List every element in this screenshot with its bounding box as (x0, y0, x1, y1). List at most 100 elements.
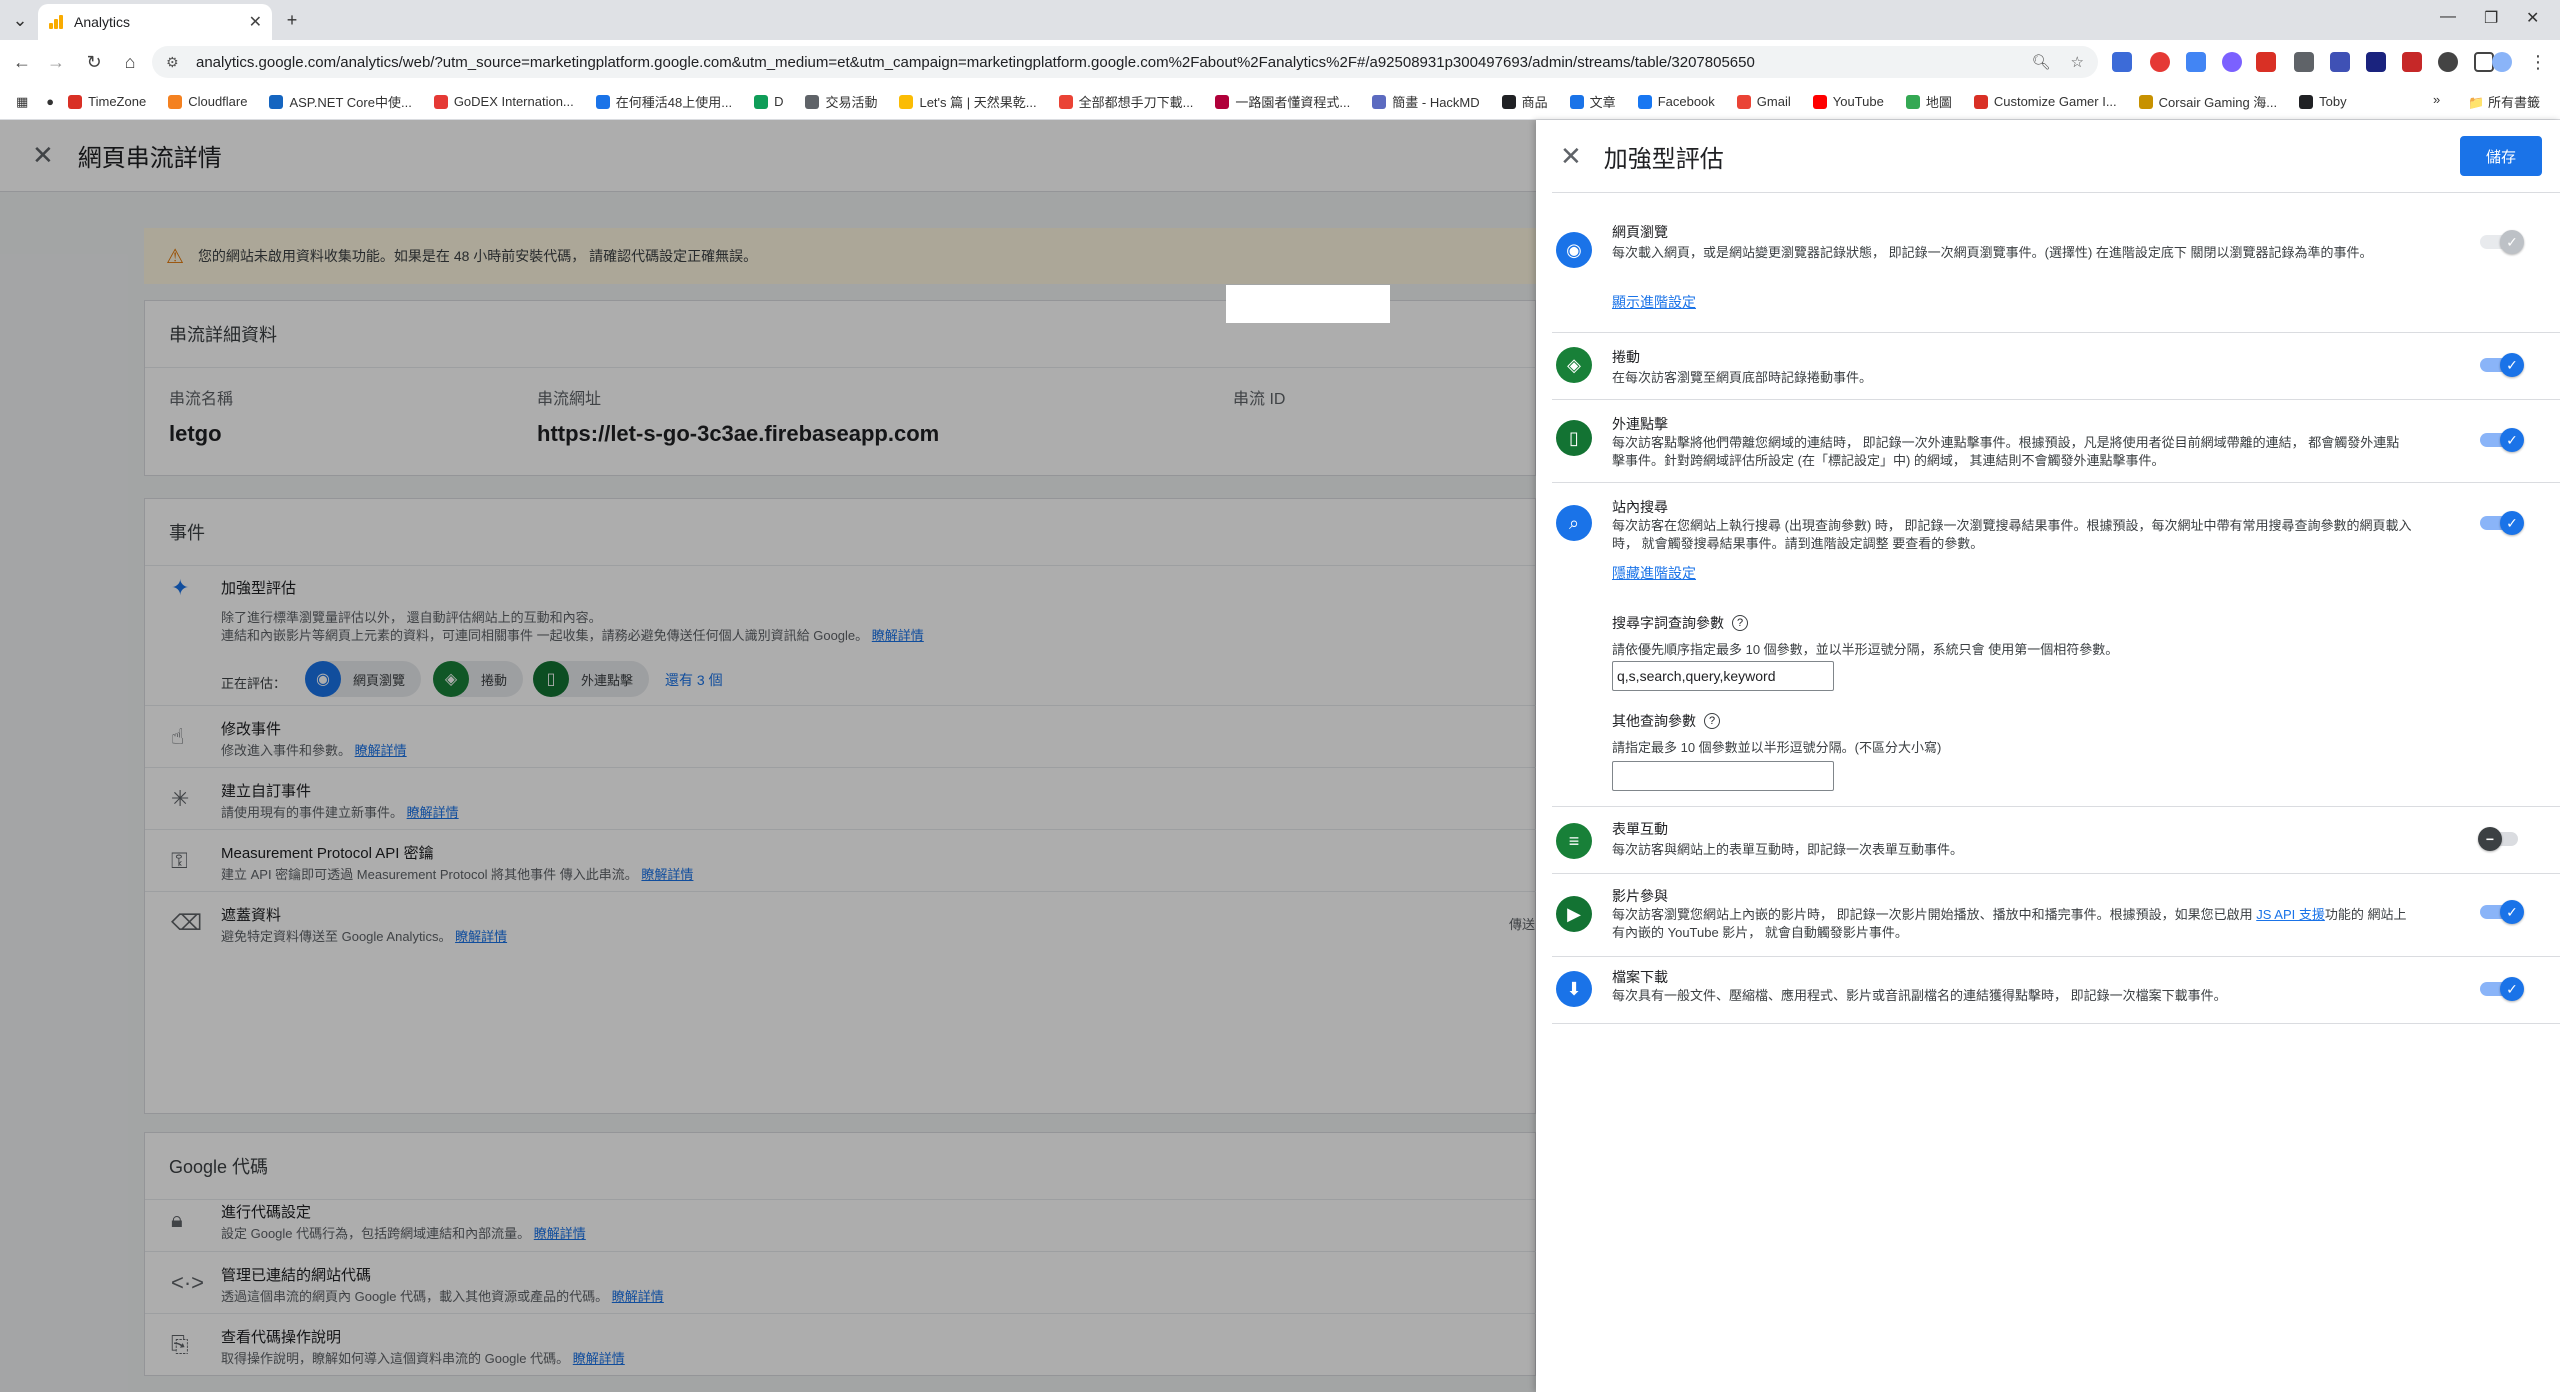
bookmark-item[interactable]: Corsair Gaming 海... (2138, 92, 2278, 111)
bookmark-item[interactable]: Customize Gamer I... (1973, 92, 2117, 111)
extension-new-icon[interactable] (2256, 52, 2276, 72)
tab-bar: ⌄ Analytics ✕ + — ❐ ✕ (0, 0, 2560, 40)
eye-icon: ◉ (1556, 232, 1592, 268)
other-params-label-text: 其他查詢參數 (1612, 713, 1696, 729)
search-params-desc: 請依優先順序指定最多 10 個參數，並以半形逗號分隔，系統只會 使用第一個相符參… (1612, 642, 2119, 657)
bookmark-star-icon[interactable]: ☆ (2071, 53, 2084, 71)
mouse-icon: ▯ (1556, 420, 1592, 456)
site-search-toggle[interactable]: ✓ (2480, 511, 2524, 535)
tab-search-icon[interactable]: ⌄ (8, 8, 32, 32)
all-bookmarks-label: 所有書籤 (2487, 95, 2540, 110)
address-bar[interactable]: ⚙ analytics.google.com/analytics/web/?ut… (152, 46, 2098, 78)
show-advanced-link[interactable]: 顯示進階設定 (1612, 292, 1696, 312)
stream-id-value-redacted (1226, 285, 1390, 323)
bookmark-item[interactable]: 一路園者懂資程式... (1215, 92, 1350, 111)
panel-close-icon[interactable]: ✕ (1560, 141, 1582, 172)
video-toggle[interactable]: ✓ (2480, 900, 2524, 924)
forward-icon[interactable]: → (44, 50, 68, 74)
tab-close-icon[interactable]: ✕ (249, 12, 262, 32)
bookmark-item[interactable]: Gmail (1736, 92, 1791, 111)
scroll-toggle[interactable]: ✓ (2480, 353, 2524, 377)
extension-b-icon[interactable] (2402, 52, 2422, 72)
bookmark-label: TimeZone (88, 94, 147, 109)
extension-flag-icon[interactable] (2112, 52, 2132, 72)
extension-pen-icon[interactable] (2294, 52, 2314, 72)
item-video-engagement: ▶ 影片參與 每次訪客瀏覽您網站上內嵌的影片時， 即記錄一次影片開始播放、播放中… (1536, 874, 2560, 956)
bookmark-item[interactable]: Cloudflare (168, 92, 247, 111)
bookmark-item[interactable]: 簡畫 - HackMD (1372, 92, 1480, 111)
bookmark-favicon-icon (2138, 94, 2153, 109)
bookmark-item[interactable]: Facebook (1637, 92, 1715, 111)
all-bookmarks[interactable]: 📁 所有書籤 (2468, 92, 2540, 111)
minimize-icon[interactable]: — (2440, 8, 2456, 26)
bookmark-favicon-icon (899, 94, 914, 109)
check-icon: ✓ (2500, 428, 2524, 452)
bookmark-github-icon[interactable]: ● (46, 94, 54, 109)
zoom-icon[interactable]: 🔍︎ (2032, 53, 2051, 71)
page-view-toggle[interactable]: ✓ (2480, 230, 2524, 254)
bookmark-item[interactable]: Let's 篇 | 天然果乾... (899, 92, 1037, 111)
js-api-link[interactable]: JS API 支援 (2256, 907, 2325, 922)
bookmark-label: 在何種活48上使用... (615, 95, 733, 110)
help-icon[interactable]: ? (1704, 713, 1720, 729)
restore-icon[interactable]: ❐ (2484, 8, 2498, 28)
save-button[interactable]: 儲存 (2460, 136, 2542, 176)
profile-avatar[interactable] (2492, 52, 2512, 72)
bookmark-favicon-icon (1501, 94, 1516, 109)
bookmark-item[interactable]: 全部都想手刀下載... (1058, 92, 1193, 111)
bookmarks-overflow-icon[interactable]: » (2433, 92, 2440, 111)
menu-kebab-icon[interactable]: ⋮ (2526, 50, 2550, 74)
bookmark-label: Corsair Gaming 海... (2158, 95, 2278, 110)
bookmark-item[interactable]: YouTube (1812, 92, 1884, 111)
form-toggle[interactable]: − (2478, 827, 2522, 851)
download-icon: ⬇ (1556, 971, 1592, 1007)
bookmark-favicon-icon (595, 94, 610, 109)
form-icon: ≡ (1556, 823, 1592, 859)
reload-icon[interactable]: ↻ (82, 50, 106, 74)
extension-gear-icon[interactable] (2438, 52, 2458, 72)
download-title: 檔案下載 (1612, 969, 1668, 985)
bookmark-item[interactable]: D (754, 92, 783, 111)
bookmark-item[interactable]: TimeZone (68, 92, 146, 111)
enhanced-measurement-panel: ✕ 加強型評估 儲存 ◉ 網頁瀏覽 每次載入網頁，或是網站變更瀏覽器記錄狀態， … (1536, 120, 2560, 1392)
item-file-downloads: ⬇ 檔案下載 每次具有一般文件、壓縮檔、應用程式、影片或音訊副檔名的連結獲得點擊… (1536, 957, 2560, 1023)
bookmark-item[interactable]: 在何種活48上使用... (595, 92, 733, 111)
browser-tab-analytics[interactable]: Analytics ✕ (38, 4, 272, 40)
download-toggle[interactable]: ✓ (2480, 977, 2524, 1001)
home-icon[interactable]: ⌂ (118, 50, 142, 74)
other-params-input[interactable] (1612, 761, 1834, 791)
bookmark-favicon-icon (1215, 94, 1230, 109)
page-view-desc: 每次載入網頁，或是網站變更瀏覽器記錄狀態， 即記錄一次網頁瀏覽事件。(選擇性) … (1612, 245, 2373, 260)
search-params-input[interactable] (1612, 661, 1834, 691)
bookmark-item[interactable]: Toby (2299, 92, 2347, 111)
other-params-desc: 請指定最多 10 個參數並以半形逗號分隔。(不區分大小寫) (1612, 740, 1942, 755)
extension-dark-icon[interactable] (2366, 52, 2386, 72)
bookmark-label: Cloudflare (188, 94, 248, 109)
bookmark-item[interactable]: 商品 (1501, 92, 1548, 111)
back-icon[interactable]: ← (10, 50, 34, 74)
outbound-toggle[interactable]: ✓ (2480, 428, 2524, 452)
scroll-icon: ◈ (1556, 347, 1592, 383)
bookmark-item[interactable]: ASP.NET Core中使... (269, 92, 412, 111)
window-close-icon[interactable]: ✕ (2526, 8, 2539, 28)
extension-home-icon[interactable] (2330, 52, 2350, 72)
bookmark-item[interactable]: 交易活動 (805, 92, 877, 111)
bookmark-item[interactable]: GoDEX Internation... (433, 92, 574, 111)
bookmark-label: ASP.NET Core中使... (289, 95, 412, 110)
bookmark-favicon-icon (1973, 94, 1988, 109)
apps-grid-icon[interactable]: ▦ (16, 94, 28, 110)
extension-translate-icon[interactable] (2186, 52, 2206, 72)
extension-red-icon[interactable] (2150, 52, 2170, 72)
new-tab-icon[interactable]: + (280, 8, 304, 32)
bookmark-label: Toby (2319, 94, 2347, 109)
url-text: analytics.google.com/analytics/web/?utm_… (196, 53, 1755, 71)
bookmark-item[interactable]: 文章 (1569, 92, 1616, 111)
minus-icon: − (2478, 827, 2502, 851)
analytics-favicon-icon (48, 14, 64, 30)
bookmark-favicon-icon (1905, 94, 1920, 109)
site-info-icon[interactable]: ⚙ (166, 54, 184, 71)
hide-advanced-link[interactable]: 隱藏進階設定 (1612, 563, 1696, 583)
extension-purple-icon[interactable] (2222, 52, 2242, 72)
bookmark-item[interactable]: 地圖 (1905, 92, 1952, 111)
help-icon[interactable]: ? (1732, 615, 1748, 631)
